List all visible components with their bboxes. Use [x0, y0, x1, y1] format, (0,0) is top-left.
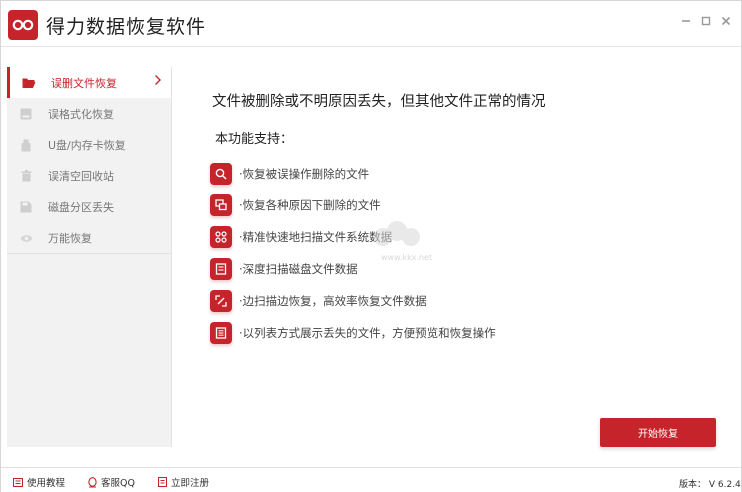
watermark: www.kkx.net: [371, 219, 432, 265]
feature-heading: 本功能支持：: [215, 132, 294, 147]
tutorial-label: 使用教程: [27, 478, 66, 489]
disk-icon: [19, 200, 33, 214]
grid-icon: [210, 226, 232, 248]
support-qq-link[interactable]: 客服QQ: [87, 475, 135, 489]
sidebar-item-label: U盘/内存卡恢复: [48, 139, 126, 152]
trash-icon: [19, 169, 33, 183]
app-window: 得力数据恢复软件 误删文件恢复 误格式化恢复 U盘/内存卡恢复 误清空回收站 磁…: [0, 0, 742, 492]
list-icon: [210, 322, 232, 344]
sidebar-item-label: 误格式化恢复: [48, 108, 114, 121]
expand-icon: [210, 290, 232, 312]
sidebar-item-label: 磁盘分区丢失: [48, 201, 114, 214]
sidebar-item-label: 万能恢复: [48, 232, 92, 245]
tutorial-link[interactable]: 使用教程: [13, 475, 65, 489]
page-title: 文件被删除或不明原因丢失，但其他文件正常的情况: [212, 94, 546, 110]
sidebar-divider: [171, 67, 172, 447]
sidebar-item-deleted-file-recovery[interactable]: 误删文件恢复: [7, 67, 171, 98]
close-icon[interactable]: [719, 14, 733, 28]
app-title: 得力数据恢复软件: [46, 16, 207, 38]
deep-scan-icon: [210, 258, 232, 280]
sidebar-item-label: 误删文件恢复: [51, 77, 117, 90]
feature-text: ·恢复被误操作删除的文件: [239, 167, 370, 181]
start-recovery-button[interactable]: 开始恢复: [600, 418, 716, 447]
sidebar: 误删文件恢复 误格式化恢复 U盘/内存卡恢复 误清空回收站 磁盘分区丢失 万能恢…: [7, 67, 171, 447]
book-icon: [13, 477, 23, 488]
minimize-icon[interactable]: [679, 14, 693, 28]
qq-icon: [87, 476, 97, 488]
footer-bar: 使用教程 客服QQ 立即注册 版本： V 6.2.4: [1, 467, 741, 492]
sidebar-item-usb-card-recovery[interactable]: U盘/内存卡恢复: [7, 129, 171, 160]
sidebar-item-format-recovery[interactable]: 误格式化恢复: [7, 98, 171, 129]
watermark-text: www.kkx.net: [381, 253, 433, 262]
register-link[interactable]: 立即注册: [157, 475, 209, 489]
sidebar-item-label: 误清空回收站: [48, 170, 114, 183]
folder-open-icon: [22, 76, 36, 90]
chevron-right-icon: [154, 74, 162, 90]
maximize-icon[interactable]: [699, 14, 713, 28]
title-bar: 得力数据恢复软件: [1, 1, 741, 47]
usb-icon: [19, 138, 33, 152]
sidebar-item-partition-lost[interactable]: 磁盘分区丢失: [7, 191, 171, 222]
app-logo-icon: [8, 10, 38, 40]
feature-text: ·恢复各种原因下删除的文件: [239, 198, 381, 212]
feature-text: ·边扫描边恢复，高效率恢复文件数据: [239, 294, 427, 308]
feature-text: ·精准快速地扫描文件系统数据: [239, 230, 393, 244]
copy-icon: [210, 194, 232, 216]
version-label: 版本： V 6.2.4: [679, 480, 741, 490]
register-label: 立即注册: [171, 478, 210, 489]
feature-text: ·深度扫描磁盘文件数据: [239, 262, 358, 276]
sidebar-item-universal-recovery[interactable]: 万能恢复: [7, 222, 171, 253]
search-icon: [210, 163, 232, 185]
sidebar-separator: [7, 253, 171, 254]
support-qq-label: 客服QQ: [101, 478, 135, 489]
drive-icon: [19, 107, 33, 121]
sidebar-item-recycle-bin[interactable]: 误清空回收站: [7, 160, 171, 191]
feature-text: ·以列表方式展示丢失的文件，方便预览和恢复操作: [239, 326, 496, 340]
register-icon: [157, 477, 167, 488]
eye-icon: [19, 231, 33, 245]
